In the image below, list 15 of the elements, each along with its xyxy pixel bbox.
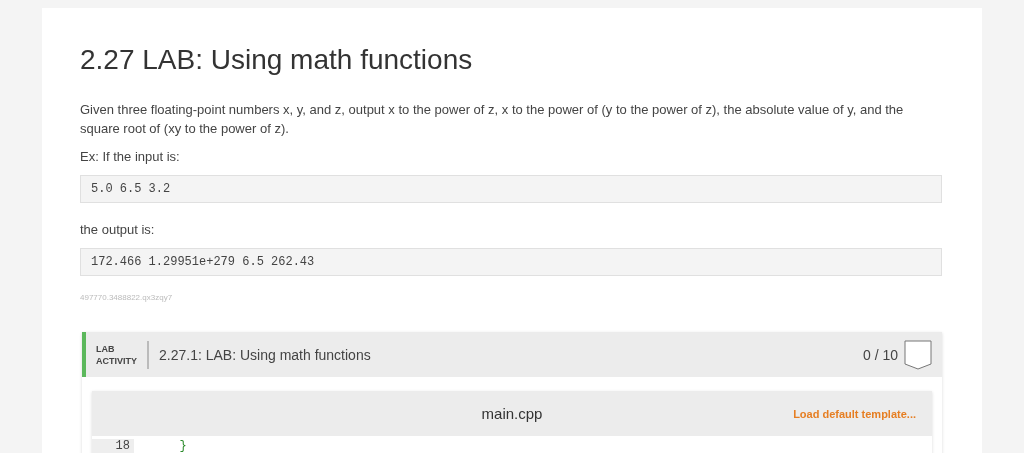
output-label: the output is: [80, 221, 156, 239]
lab-activity-tag: LAB ACTIVITY [96, 342, 137, 367]
activity-id-text: 497770.3488822.qx3zqy7 [80, 293, 174, 302]
load-template-link[interactable]: Load default template... [793, 407, 916, 420]
input-label: Ex: If the input is: [80, 148, 181, 166]
completion-badge-icon [904, 339, 932, 370]
file-name: main.cpp [481, 405, 543, 422]
code-line: } [178, 439, 187, 453]
input-example: 5.0 6.5 3.2 [80, 175, 942, 203]
description-text: Given three floating-point numbers x, y, and z, output x to the power of z, x to the power of (y to the power of z), the absolute value of y, and the square root of (xy to the power of z). [80, 101, 905, 138]
section-title: 2.27 LAB: Using math functions [80, 44, 474, 76]
line-number: 18 [92, 439, 134, 453]
score-text: 0 / 10 [862, 346, 898, 363]
lab-activity-title: 2.27.1: LAB: Using math functions [159, 346, 372, 363]
output-example: 172.466 1.29951e+279 6.5 262.43 [80, 248, 942, 276]
